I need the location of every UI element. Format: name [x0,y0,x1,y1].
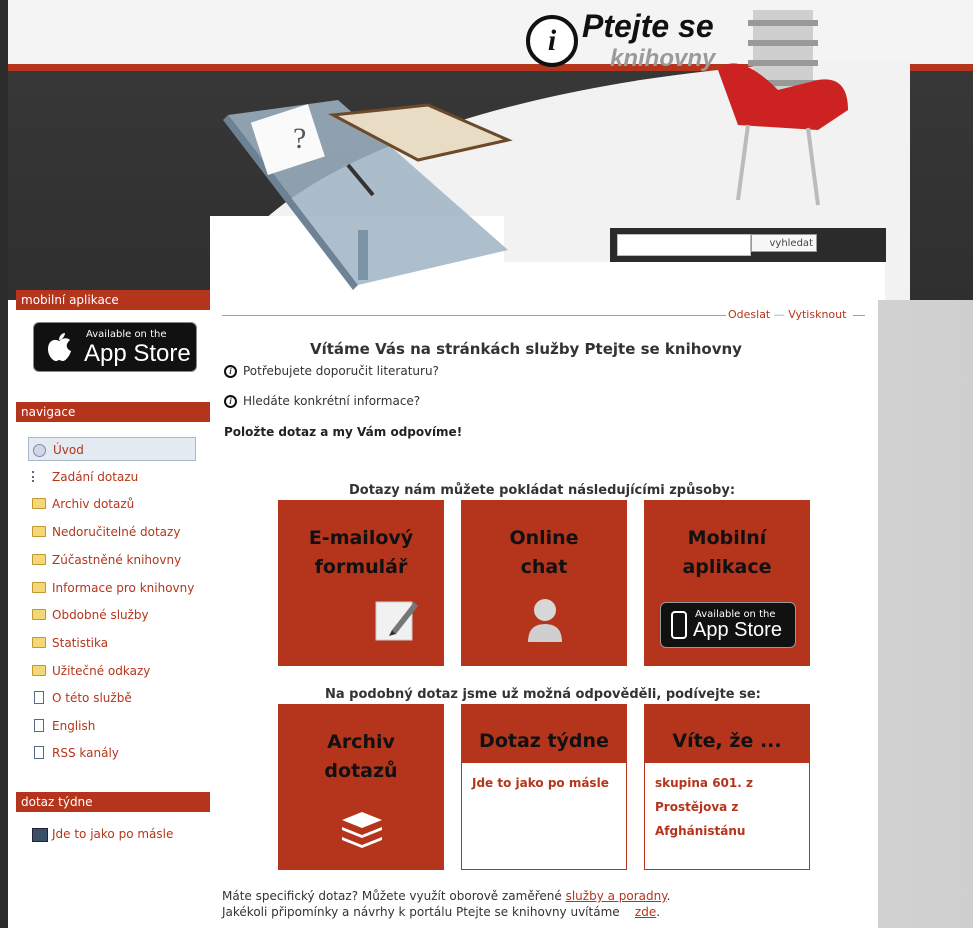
nav-item-nedorucitelne[interactable]: Nedoručitelné dotazy [28,520,196,544]
folder-icon [32,637,46,648]
document-icon [34,691,44,704]
tile-did-you-know[interactable]: Víte, že ... skupina 601. z Prostějova z… [644,704,810,870]
feedback-link[interactable]: zde [635,905,656,919]
sidebar-heading-week: dotaz týdne [16,792,210,812]
question-line-1: i Potřebujete doporučit literaturu? [224,364,439,378]
print-link[interactable]: Vytisknout [788,308,846,321]
page-title: Vítáme Vás na stránkách služby Ptejte se… [310,340,742,358]
send-link[interactable]: Odeslat [728,308,770,321]
nav-item-zadani-dotazu[interactable]: Zadání dotazu [28,465,196,489]
nav-item-archiv[interactable]: Archiv dotazů [28,492,196,516]
tile-email-form[interactable]: E-mailový formulář [278,500,444,666]
nav-item-english[interactable]: English [28,714,196,738]
nav-item-informace[interactable]: Informace pro knihovny [28,576,196,600]
folder-icon [32,526,46,537]
desk-illustration: ? [223,100,513,290]
appstore-badge-sidebar[interactable]: Available on the App Store [33,322,197,372]
left-edge-strip [0,0,8,928]
document-icon [34,746,44,759]
tile-mobile-app[interactable]: Mobilní aplikace Available on the App St… [644,500,810,666]
tile-week-title: Dotaz týdne [462,705,626,763]
apple-icon [48,333,71,361]
site-logo[interactable]: i Ptejte se knihovny [526,8,715,73]
search-button[interactable]: vyhledat [751,234,817,252]
tile-question-of-week[interactable]: Dotaz týdne Jde to jako po másle [461,704,627,870]
tile-online-chat[interactable]: Online chat [461,500,627,666]
tile-know-title: Víte, že ... [645,705,809,763]
nav-item-rss[interactable]: RSS kanály [28,741,196,765]
person-icon [32,828,48,842]
appstore-small-text: Available on the [86,329,167,340]
appstore-badge-tile[interactable]: Available on the App Store [660,602,796,648]
nav-item-statistika[interactable]: Statistika [28,631,196,655]
appstore-big-text: App Store [84,340,191,367]
nav-item-o-teto-sluzbe[interactable]: O této službě [28,686,196,710]
call-to-action: Položte dotaz a my Vám odpovíme! [224,425,463,439]
tile-week-link[interactable]: Jde to jako po másle [472,771,612,795]
folder-icon [32,582,46,593]
folder-icon [32,498,46,509]
header-banner: ? i Ptejte se knihovny vyhledat [8,0,973,300]
nav-item-uvod[interactable]: Úvod [28,437,196,461]
nav-item-zucastnene[interactable]: Zúčastněné knihovny [28,548,196,572]
logo-title: Ptejte se [582,8,714,44]
sidebar-week-link[interactable]: Jde to jako po másle [28,822,196,846]
info-i-icon: i [224,364,237,378]
answered-heading: Na podobný dotaz jsme už možná odpověděl… [325,687,761,702]
layers-icon [342,812,382,848]
footer-specialized: Máte specifický dotaz? Můžete využít obo… [222,889,671,903]
phone-icon [671,611,687,639]
person-icon [528,599,562,642]
services-link[interactable]: služby a poradny [566,889,667,903]
folder-icon [32,609,46,620]
tile-archive[interactable]: Archiv dotazů [278,704,444,870]
folder-icon [32,554,46,565]
sidebar-heading-mobile: mobilní aplikace [16,290,210,310]
nav-item-obdobne[interactable]: Obdobné služby [28,603,196,627]
logo-subtitle: knihovny [610,45,716,72]
list-icon [32,471,44,482]
chair-illustration [718,10,848,206]
info-i-icon: i [224,394,237,408]
ways-heading: Dotazy nám můžete pokládat následujícími… [349,483,736,498]
info-i-icon: i [526,14,578,67]
page-tools: Odeslat — Vytisknout [728,308,847,321]
pen-paper-icon [375,601,418,641]
home-circle-icon [33,444,46,457]
document-icon [34,719,44,732]
search-input[interactable] [617,234,751,256]
svg-text:?: ? [293,122,306,155]
nav-item-uzitecne[interactable]: Užitečné odkazy [28,659,196,683]
toolbar-divider [222,315,726,316]
folder-icon [32,665,46,676]
question-line-2: i Hledáte konkrétní informace? [224,394,420,408]
tile-know-link[interactable]: skupina 601. z Prostějova z Afghánistánu [655,771,795,843]
sidebar-heading-navigation: navigace [16,402,210,422]
footer-feedback: Jakékoli připomínky a návrhy k portálu P… [222,905,661,919]
